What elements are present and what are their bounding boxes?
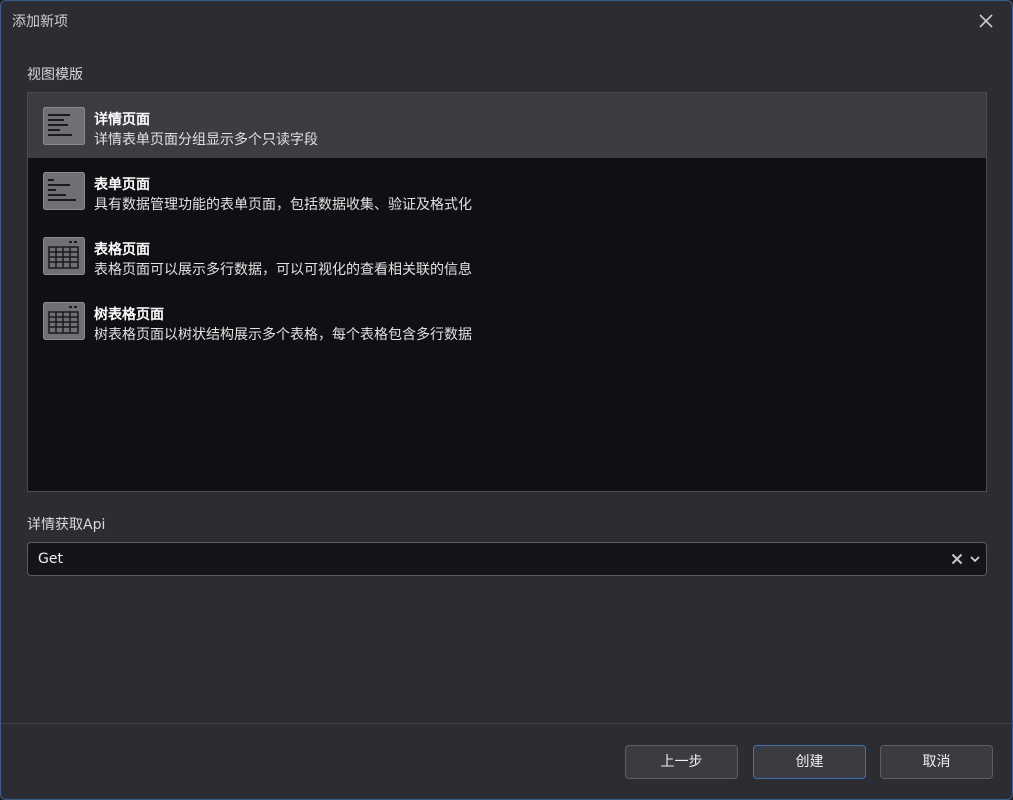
create-button[interactable]: 创建 <box>753 745 866 779</box>
api-select[interactable]: Get <box>27 542 987 576</box>
template-item-description: 表格页面可以展示多行数据，可以可视化的查看相关联的信息 <box>94 262 472 278</box>
tree-table-page-icon <box>43 302 85 340</box>
close-button[interactable] <box>974 9 998 33</box>
template-section-label: 视图模版 <box>27 67 83 83</box>
template-item-detail-page[interactable]: 详情页面 详情表单页面分组显示多个只读字段 <box>28 93 986 158</box>
template-list: 详情页面 详情表单页面分组显示多个只读字段 表单页面 具有数据管理功能的表单页面… <box>27 92 987 492</box>
api-section-label: 详情获取Api <box>27 517 106 533</box>
template-item-description: 具有数据管理功能的表单页面，包括数据收集、验证及格式化 <box>94 197 472 213</box>
template-item-title: 详情页面 <box>94 112 150 128</box>
template-item-title: 表格页面 <box>94 242 150 258</box>
footer-divider <box>1 723 1012 724</box>
chevron-down-icon[interactable] <box>969 554 981 564</box>
template-item-table-page[interactable]: 表格页面 表格页面可以展示多行数据，可以可视化的查看相关联的信息 <box>28 223 986 288</box>
title-bar: 添加新项 <box>1 1 1012 41</box>
form-page-icon <box>43 172 85 210</box>
api-select-value: Get <box>38 551 63 567</box>
previous-step-button[interactable]: 上一步 <box>625 745 738 779</box>
template-item-title: 表单页面 <box>94 177 150 193</box>
dialog-title: 添加新项 <box>12 14 68 30</box>
template-item-title: 树表格页面 <box>94 307 164 323</box>
template-item-form-page[interactable]: 表单页面 具有数据管理功能的表单页面，包括数据收集、验证及格式化 <box>28 158 986 223</box>
template-item-tree-table-page[interactable]: 树表格页面 树表格页面以树状结构展示多个表格，每个表格包含多行数据 <box>28 288 986 353</box>
table-page-icon <box>43 237 85 275</box>
add-new-item-dialog: 添加新项 视图模版 详情页面 详情表单页面分组显示多个只读字段 表单页面 具有数… <box>0 0 1013 800</box>
detail-page-icon <box>43 107 85 145</box>
cancel-button[interactable]: 取消 <box>880 745 993 779</box>
close-icon <box>979 14 993 28</box>
template-item-description: 详情表单页面分组显示多个只读字段 <box>94 132 318 148</box>
template-item-description: 树表格页面以树状结构展示多个表格，每个表格包含多行数据 <box>94 327 472 343</box>
clear-icon[interactable] <box>950 552 964 566</box>
